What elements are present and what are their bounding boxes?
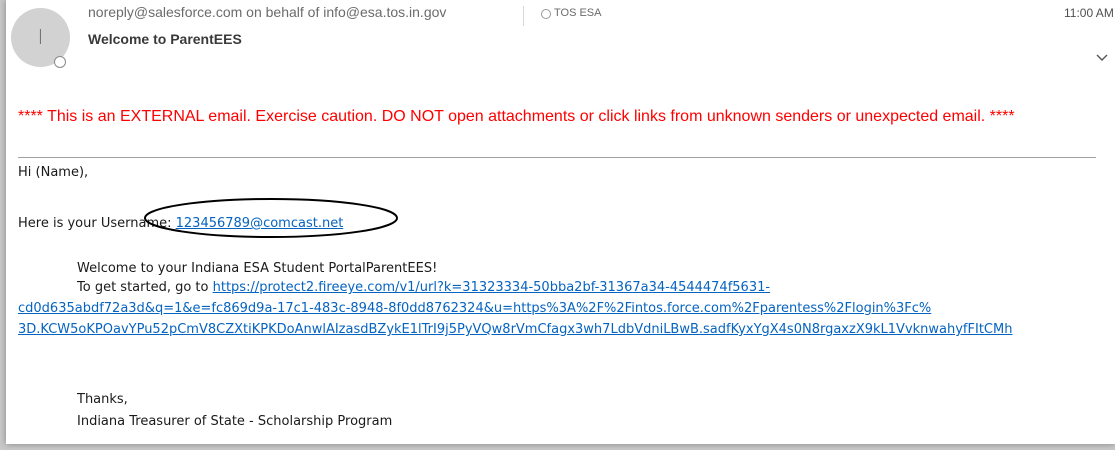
greeting: Hi (Name), xyxy=(18,165,89,180)
get-started-line: To get started, go to https://protect2.f… xyxy=(77,279,770,296)
portal-url-link-part-2[interactable]: cd0d635abdf72a3d&q=1&e=fc869d9a-17c1-483… xyxy=(18,300,931,317)
welcome-line: Welcome to your Indiana ESA Student Port… xyxy=(77,261,438,276)
presence-status-icon xyxy=(54,56,66,68)
email-header: I noreply@salesforce.com on behalf of in… xyxy=(6,0,1115,82)
email-subject: Welcome to ParentEES xyxy=(88,31,242,47)
warning-separator xyxy=(18,157,1096,158)
thanks-line: Thanks, xyxy=(77,392,128,407)
signature-line: Indiana Treasurer of State - Scholarship… xyxy=(77,414,393,429)
external-email-warning: **** This is an EXTERNAL email. Exercise… xyxy=(18,108,1015,125)
sender-line[interactable]: noreply@salesforce.com on behalf of info… xyxy=(88,4,446,20)
header-divider xyxy=(523,6,524,26)
portal-url-link-part-1[interactable]: https://protect2.fireeye.com/v1/url?k=31… xyxy=(213,280,770,295)
email-reading-pane: I noreply@salesforce.com on behalf of in… xyxy=(6,0,1115,444)
recipient-name[interactable]: TOS ESA xyxy=(554,7,601,19)
annotation-circle xyxy=(144,198,398,238)
received-time: 11:00 AM xyxy=(1064,6,1114,20)
chevron-down-icon[interactable] xyxy=(1095,50,1109,64)
recipient-status-icon xyxy=(541,9,551,19)
get-started-label: To get started, go to xyxy=(77,280,209,295)
portal-url-link-part-3[interactable]: 3D.KCW5oKPOavYPu52pCmV8CZXtiKPKDoAnwlAIz… xyxy=(18,321,1012,338)
